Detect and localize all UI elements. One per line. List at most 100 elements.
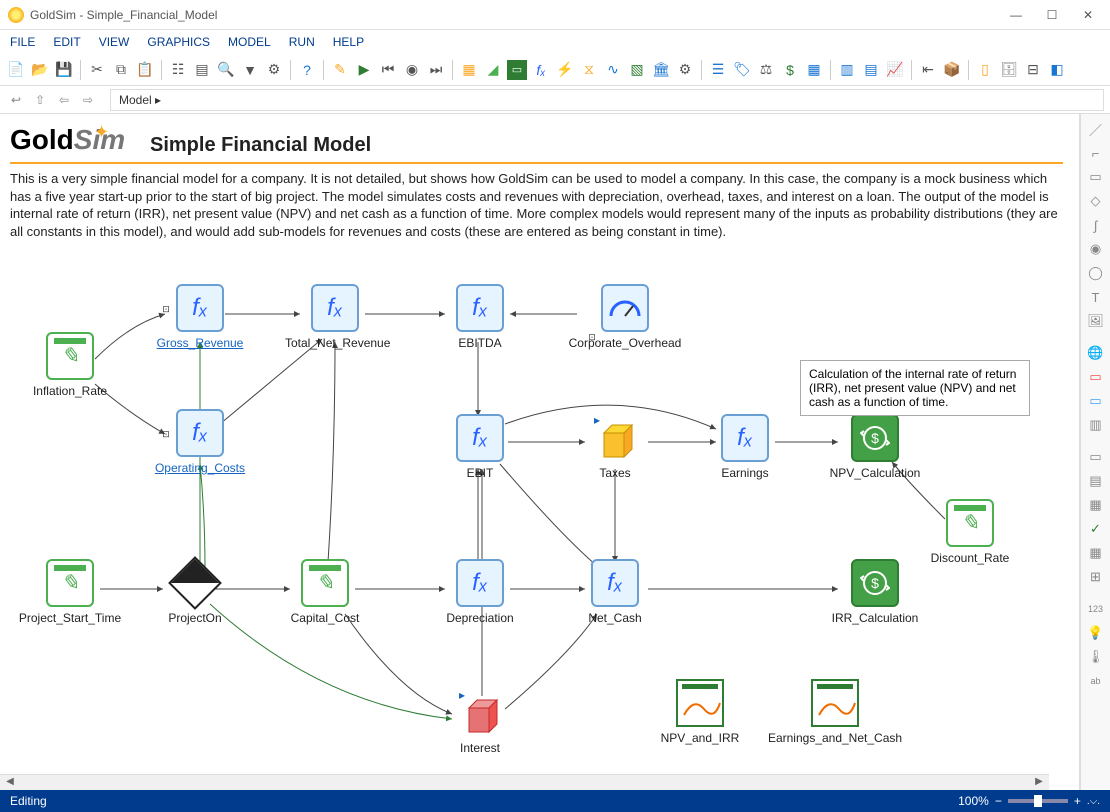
node-npv-and-irr[interactable]: NPV_and_IRR [650,679,750,745]
switch-element-icon[interactable] [168,556,222,610]
zoom-slider[interactable] [1008,799,1068,803]
el-fx-icon[interactable]: fₓ [531,60,551,80]
node-irr-calculation[interactable]: $ IRR_Calculation [815,559,935,625]
menu-run[interactable]: RUN [289,35,315,49]
scroll-left-icon[interactable]: ◀ [2,776,18,790]
list-icon[interactable]: ☰ [708,60,728,80]
data-element-icon[interactable]: ✎ [46,332,94,380]
nav-up-icon[interactable]: ⇧ [30,90,50,110]
edit-icon[interactable]: ✎ [330,60,350,80]
record-icon[interactable]: ◉ [402,60,422,80]
help-icon[interactable]: ? [297,60,317,80]
search-icon[interactable]: 🔍 [216,60,236,80]
scroll-right-icon[interactable]: ▶ [1031,776,1047,790]
menu-model[interactable]: MODEL [228,35,271,49]
line-tool-icon[interactable]: ／ [1085,118,1107,140]
data-element-icon[interactable]: ✎ [946,499,994,547]
node-total-net-revenue[interactable]: Total_Net_Revenue [285,284,385,350]
node-depreciation[interactable]: Depreciation [430,559,530,625]
snap3-icon[interactable]: ▦ [1085,494,1107,516]
breadcrumb-path[interactable]: Model ▸ [110,89,1104,111]
panel1-icon[interactable]: ▭ [1085,366,1107,388]
el-bank-icon[interactable]: 🏛 [651,60,671,80]
el-time-icon[interactable]: ⧖ [579,60,599,80]
text-tool-icon[interactable]: T [1085,286,1107,308]
tree-icon[interactable]: ☷ [168,60,188,80]
snap1-icon[interactable]: ▭ [1085,446,1107,468]
snap2-icon[interactable]: ▤ [1085,470,1107,492]
el-chart-icon[interactable]: ▧ [627,60,647,80]
menu-edit[interactable]: EDIT [53,35,80,49]
node-gross-revenue[interactable]: ⊡ Gross_Revenue [150,284,250,350]
layout3-icon[interactable]: 📈 [885,60,905,80]
chart-element-icon[interactable] [676,679,724,727]
new-icon[interactable]: 📄 [6,60,26,80]
node-net-cash[interactable]: Net_Cash [565,559,665,625]
zoom-fit-icon[interactable]: .⌵. [1087,796,1100,807]
node-inflation-rate[interactable]: ✎ Inflation_Rate [20,332,120,398]
node-project-start-time[interactable]: ✎ Project_Start_Time [10,559,130,625]
calendar-icon[interactable]: ▦ [1085,542,1107,564]
vers-icon[interactable]: ▯ [975,60,995,80]
horizontal-scrollbar[interactable]: ◀ ▶ [0,774,1049,790]
box-icon[interactable]: 📦 [942,60,962,80]
el-wave-icon[interactable]: ∿ [603,60,623,80]
run-icon[interactable]: ▶ [354,60,374,80]
function-element-icon[interactable] [721,414,769,462]
weight-icon[interactable]: ⚖ [756,60,776,80]
node-ebit[interactable]: EBIT [430,414,530,480]
function-element-icon[interactable] [456,284,504,332]
node-operating-costs[interactable]: ⊡ Operating_Costs [150,409,250,475]
node-earnings[interactable]: Earnings [695,414,795,480]
minimize-button[interactable]: — [1002,5,1030,25]
gear-icon[interactable]: ⚙ [264,60,284,80]
db-icon[interactable]: 🗄 [999,60,1019,80]
step-icon[interactable]: ⏮ [378,60,398,80]
el-stoc-icon[interactable]: ▭ [507,60,527,80]
chart-element-icon[interactable] [811,679,859,727]
cut-icon[interactable]: ✂ [87,60,107,80]
layout1-icon[interactable]: ▥ [837,60,857,80]
zoom-out-button[interactable]: − [995,794,1002,808]
panel3-icon[interactable]: ▥ [1085,414,1107,436]
el-container-icon[interactable]: ▦ [459,60,479,80]
ab-icon[interactable]: ab [1085,670,1107,692]
function-element-icon[interactable] [456,559,504,607]
node-capital-cost[interactable]: ✎ Capital_Cost [275,559,375,625]
paste-icon[interactable]: 📋 [135,60,155,80]
save-icon[interactable]: 💾 [54,60,74,80]
node-npv-calculation[interactable]: $ NPV_Calculation [815,414,935,480]
node-corporate-overhead[interactable]: ⊡ Corporate_Overhead [560,284,690,350]
tag-icon[interactable]: 🏷 [732,60,752,80]
gauge-element-icon[interactable] [601,284,649,332]
zoom-in-button[interactable]: + [1074,794,1081,808]
el-cog-icon[interactable]: ⚙ [675,60,695,80]
polygon-tool-icon[interactable]: ◇ [1085,190,1107,212]
model-canvas[interactable]: GoldSim ✦ Simple Financial Model This is… [0,114,1079,790]
grid-icon[interactable]: ▦ [804,60,824,80]
stock-element-icon[interactable]: ▸ [594,417,636,459]
globe-icon[interactable]: 🌐 [1085,342,1107,364]
menu-graphics[interactable]: GRAPHICS [147,35,210,49]
menu-help[interactable]: HELP [333,35,364,49]
polyline-tool-icon[interactable]: ⌐ [1085,142,1107,164]
function-element-icon[interactable] [311,284,359,332]
node-earnings-and-net-cash[interactable]: Earnings_and_Net_Cash [760,679,910,745]
node-discount-rate[interactable]: ✎ Discount_Rate [920,499,1020,565]
opt-icon[interactable]: ⊟ [1023,60,1043,80]
ellipse-tool-icon[interactable]: ◯ [1085,262,1107,284]
numbers-icon[interactable]: 123 [1085,598,1107,620]
el-data-icon[interactable]: ◢ [483,60,503,80]
curve-tool-icon[interactable]: ∫ [1085,214,1107,236]
layout2-icon[interactable]: ▤ [861,60,881,80]
closed-curve-tool-icon[interactable]: ◉ [1085,238,1107,260]
fwd-icon[interactable]: ⏭ [426,60,446,80]
function-element-icon[interactable] [176,409,224,457]
stock-element-icon[interactable]: ▸ [459,692,501,734]
data-element-icon[interactable]: ✎ [301,559,349,607]
menu-view[interactable]: VIEW [99,35,130,49]
el-event-icon[interactable]: ⚡ [555,60,575,80]
image-tool-icon[interactable]: 🖼 [1085,310,1107,332]
node-interest[interactable]: ▸ Interest [430,689,530,755]
bulb-icon[interactable]: 💡 [1085,622,1107,644]
